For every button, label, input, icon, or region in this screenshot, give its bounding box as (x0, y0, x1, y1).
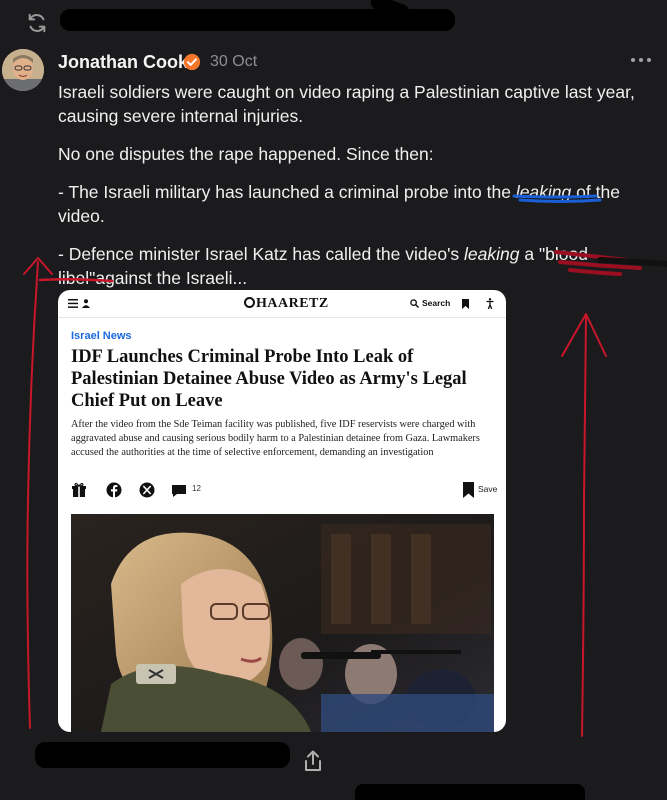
share-icon[interactable] (303, 750, 323, 772)
comment-icon[interactable] (171, 483, 187, 499)
redaction-scribble (355, 784, 585, 800)
user-icon[interactable] (82, 299, 90, 308)
facebook-icon[interactable] (106, 482, 122, 498)
section-label[interactable]: Israel News (71, 330, 132, 342)
redaction-scribble (35, 742, 290, 768)
haaretz-logo-mark (244, 297, 255, 308)
search-icon[interactable] (410, 299, 419, 308)
share-row: 12 Save (58, 482, 506, 504)
haaretz-logo-text: HAARETZ (256, 296, 329, 311)
annotation-scribble-dark (597, 257, 667, 267)
x-twitter-icon[interactable] (139, 482, 155, 498)
save-bookmark-icon[interactable] (463, 482, 474, 498)
article-card[interactable]: HAARETZ Search Israel News IDF Launches … (58, 290, 506, 732)
accessibility-icon[interactable] (486, 298, 494, 309)
gift-icon[interactable] (71, 482, 87, 498)
menu-icon[interactable] (68, 299, 78, 308)
article-headline[interactable]: IDF Launches Criminal Probe Into Leak of… (71, 346, 496, 412)
article-photo[interactable] (71, 514, 494, 732)
annotation-underline-blue (512, 194, 602, 203)
article-summary: After the video from the Sde Teiman faci… (71, 419, 480, 458)
haaretz-logo[interactable]: HAARETZ (244, 296, 329, 312)
search-label[interactable]: Search (422, 298, 450, 308)
save-label[interactable]: Save (478, 484, 497, 494)
card-nav: HAARETZ Search (58, 290, 506, 318)
annotation-underline-red (38, 277, 114, 283)
annotation-arrow-right (561, 313, 607, 737)
bookmark-icon[interactable] (462, 299, 469, 309)
comment-count: 12 (192, 484, 201, 493)
annotation-arrow-left (23, 257, 53, 729)
